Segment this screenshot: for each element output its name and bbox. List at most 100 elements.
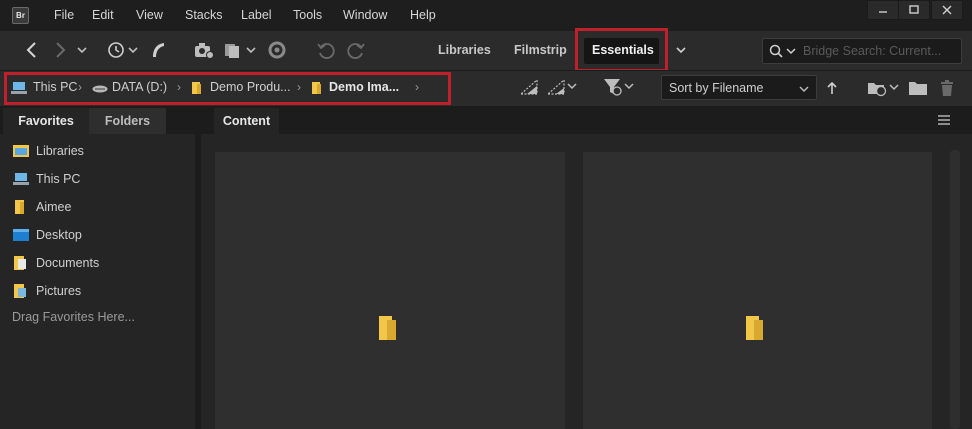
menu-view[interactable]: View <box>136 8 163 22</box>
new-folder-icon <box>909 82 927 95</box>
arrow-up-icon <box>827 81 837 94</box>
favorite-item-libraries[interactable]: Libraries <box>12 141 84 161</box>
favorite-label: Desktop <box>36 228 82 242</box>
maximize-button[interactable] <box>898 0 930 20</box>
rating-filter-icon <box>546 78 577 95</box>
favorite-item-pictures[interactable]: Pictures <box>12 281 81 301</box>
favorite-item-documents[interactable]: Documents <box>12 253 99 273</box>
search-placeholder: Bridge Search: Current... <box>803 44 942 58</box>
breadcrumb-demo-images[interactable]: Demo Ima... <box>329 80 399 94</box>
recent-button[interactable] <box>104 39 140 61</box>
breadcrumb-separator-icon: › <box>297 80 301 94</box>
breadcrumb-data-drive[interactable]: DATA (D:) <box>112 80 167 94</box>
menu-tools[interactable]: Tools <box>293 8 322 22</box>
breadcrumb-demo-products[interactable]: Demo Produ... <box>210 80 291 94</box>
chevron-down-icon <box>676 47 686 54</box>
minimize-button[interactable] <box>867 0 899 20</box>
favorite-label: Aimee <box>36 200 72 214</box>
sort-label: Sort by Filename <box>669 81 764 95</box>
chevron-down-icon <box>77 47 87 54</box>
user-folder-icon <box>12 200 30 214</box>
hamburger-menu-icon <box>938 115 950 125</box>
favorite-item-desktop[interactable]: Desktop <box>12 225 82 245</box>
clock-history-icon <box>108 42 138 58</box>
bridge-search-field[interactable]: Bridge Search: Current... <box>762 38 962 64</box>
tab-favorites[interactable]: Favorites <box>3 108 89 134</box>
favorite-item-aimee[interactable]: Aimee <box>12 197 71 217</box>
boomerang-icon <box>153 43 164 57</box>
history-dropdown-button[interactable] <box>75 39 89 61</box>
recent-folder-icon <box>868 83 899 97</box>
favorite-label: Pictures <box>36 284 82 298</box>
minimize-icon <box>879 11 887 13</box>
aperture-icon <box>268 41 286 59</box>
back-button[interactable] <box>22 39 40 61</box>
workspace-more-button[interactable] <box>673 39 689 61</box>
rotate-left-button[interactable] <box>316 39 336 61</box>
documents-folder-icon <box>12 256 30 270</box>
thumbnail-quality-icon <box>519 78 538 95</box>
breadcrumb-separator-icon: › <box>415 80 419 94</box>
maximize-icon <box>909 5 919 14</box>
close-icon <box>942 5 952 15</box>
filter-funnel-icon <box>604 79 634 96</box>
favorite-label: Documents <box>36 256 100 270</box>
folder-icon <box>312 82 321 94</box>
camera-raw-button[interactable] <box>266 39 288 61</box>
folder-icon <box>379 316 396 340</box>
pictures-folder-icon <box>12 284 30 298</box>
menu-window[interactable]: Window <box>343 8 387 22</box>
content-scrollbar[interactable] <box>950 150 960 429</box>
computer-icon <box>11 82 27 94</box>
new-folder-button[interactable] <box>907 77 929 99</box>
breadcrumb-separator-icon: › <box>78 80 82 94</box>
rotate-right-button[interactable] <box>346 39 366 61</box>
breadcrumb-this-pc[interactable]: This PC <box>33 80 77 94</box>
forward-arrow-icon <box>56 42 66 58</box>
drag-favorites-hint: Drag Favorites Here... <box>12 310 135 324</box>
drive-icon <box>92 85 108 93</box>
content-item[interactable] <box>583 152 932 429</box>
filter-button[interactable] <box>603 76 637 98</box>
favorite-label: This PC <box>36 172 81 186</box>
get-photos-button[interactable] <box>193 39 215 61</box>
back-arrow-icon <box>26 42 36 58</box>
rotate-right-icon <box>347 43 365 59</box>
tab-folders[interactable]: Folders <box>89 108 166 134</box>
menu-stacks[interactable]: Stacks <box>185 8 223 22</box>
content-item[interactable] <box>215 152 565 429</box>
app-logo: Br <box>12 7 29 24</box>
open-recent-folder-button[interactable] <box>866 77 902 99</box>
workspace-libraries-tab[interactable]: Libraries <box>438 43 491 57</box>
rating-filter-button[interactable] <box>546 76 580 98</box>
stack-copies-icon <box>225 44 256 58</box>
folder-icon <box>192 82 201 94</box>
menu-edit[interactable]: Edit <box>92 8 114 22</box>
desktop-folder-icon <box>12 228 30 242</box>
menu-file[interactable]: File <box>54 8 74 22</box>
sort-dropdown[interactable]: Sort by Filename <box>661 75 817 100</box>
boomerang-button[interactable] <box>148 39 168 61</box>
refine-button[interactable] <box>223 39 259 61</box>
close-button[interactable] <box>931 0 963 20</box>
menu-label[interactable]: Label <box>241 8 272 22</box>
delete-button[interactable] <box>937 77 957 99</box>
content-tabstrip <box>201 106 972 134</box>
menu-help[interactable]: Help <box>410 8 436 22</box>
tab-content[interactable]: Content <box>214 108 279 134</box>
trash-icon <box>941 80 953 96</box>
search-icon <box>769 44 796 58</box>
workspace-filmstrip-tab[interactable]: Filmstrip <box>514 43 567 57</box>
favorite-item-this-pc[interactable]: This PC <box>12 169 80 189</box>
favorite-label: Libraries <box>36 144 84 158</box>
folder-icon <box>746 316 763 340</box>
forward-button[interactable] <box>52 39 70 61</box>
libraries-folder-icon <box>12 144 30 158</box>
computer-icon <box>12 172 30 186</box>
workspace-essentials-tab[interactable]: Essentials <box>592 43 654 57</box>
quality-button[interactable] <box>519 76 539 98</box>
breadcrumb-separator-icon: › <box>177 80 181 94</box>
panel-menu-button[interactable] <box>935 112 953 128</box>
sort-direction-button[interactable] <box>824 77 840 99</box>
chevron-down-icon <box>799 86 809 92</box>
